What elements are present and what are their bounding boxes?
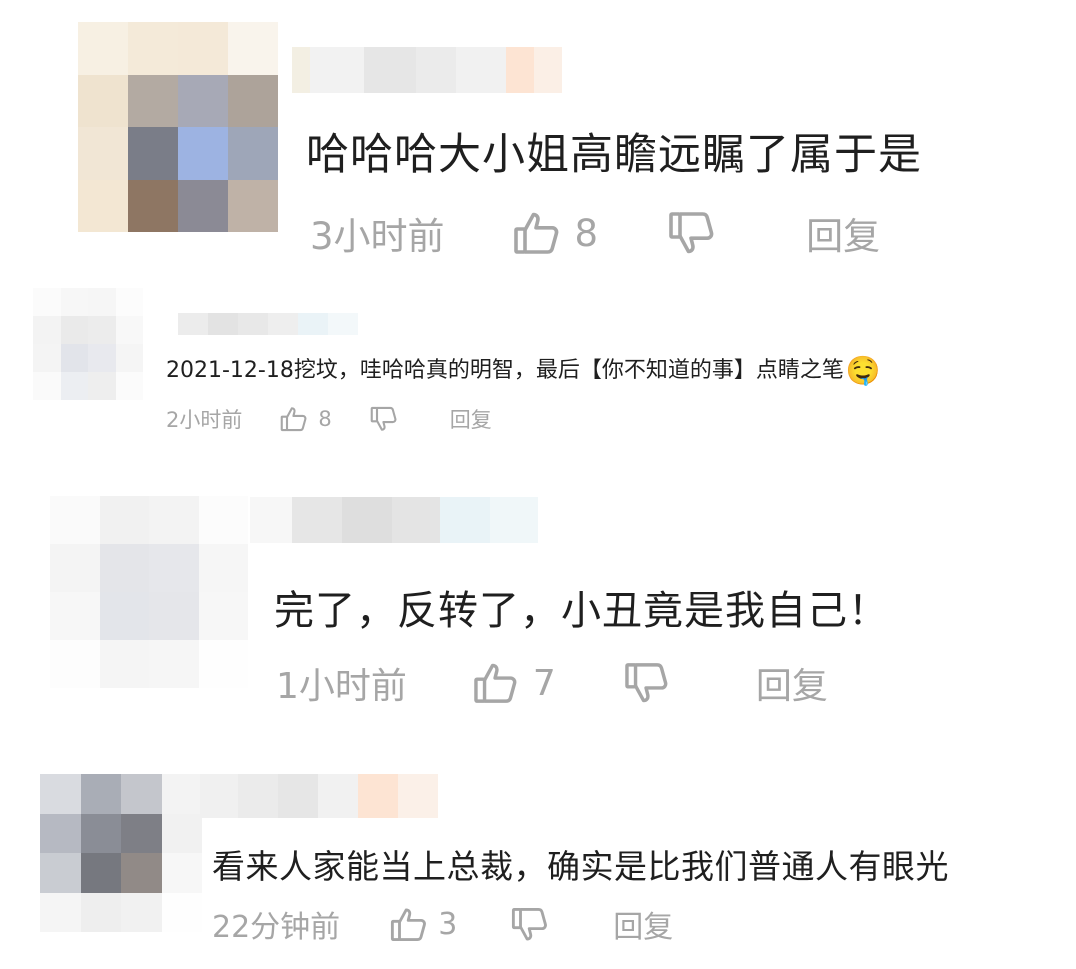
comment-time: 22分钟前 (212, 910, 341, 945)
thumbs-up-icon[interactable] (473, 662, 519, 704)
thumbs-down-icon[interactable] (624, 662, 670, 704)
like-count: 8 (574, 211, 599, 255)
comment-time: 3小时前 (310, 215, 445, 258)
thumbs-down-icon[interactable] (668, 211, 716, 255)
avatar[interactable] (78, 22, 278, 232)
username-blurred[interactable] (178, 313, 358, 335)
avatar[interactable] (33, 288, 143, 400)
username-blurred[interactable] (200, 774, 438, 818)
thumbs-down-icon[interactable] (370, 406, 398, 432)
reply-button[interactable]: 回复 (613, 902, 673, 946)
drooling-face-emoji: 🤤 (845, 354, 881, 387)
comment-text: 看来人家能当上总裁，确实是比我们普通人有眼光 (212, 847, 949, 886)
username-blurred[interactable] (250, 497, 538, 543)
thumbs-down-icon[interactable] (511, 907, 549, 942)
comment-time: 2小时前 (166, 408, 243, 432)
reply-button[interactable]: 回复 (450, 404, 492, 434)
comment-time: 1小时前 (276, 666, 407, 707)
comment-meta: 22分钟前 3 回复 (212, 902, 673, 946)
avatar[interactable] (50, 496, 248, 688)
thumbs-up-icon[interactable] (390, 907, 428, 942)
comment-text: 完了，反转了，小丑竟是我自己！ (274, 588, 889, 634)
reply-button[interactable]: 回复 (806, 206, 880, 260)
thumbs-up-icon[interactable] (513, 211, 561, 255)
avatar[interactable] (40, 774, 202, 932)
comment-text-content: 2021-12-18挖坟，哇哈哈真的明智，最后【你不知道的事】点睛之笔 (166, 358, 844, 383)
thumbs-up-icon[interactable] (280, 406, 308, 432)
comment-text: 哈哈哈大小姐高瞻远瞩了属于是 (306, 130, 922, 180)
like-count: 8 (318, 407, 332, 431)
reply-button[interactable]: 回复 (756, 657, 828, 709)
comment-text: 2021-12-18挖坟，哇哈哈真的明智，最后【你不知道的事】点睛之笔🤤 (166, 352, 881, 387)
like-count: 7 (532, 662, 556, 704)
comment-meta: 3小时前 8 回复 (310, 206, 880, 260)
comment-meta: 1小时前 7 回复 (276, 658, 828, 708)
like-count: 3 (438, 906, 458, 942)
comment-meta: 2小时前 8 回复 (166, 405, 492, 433)
username-blurred[interactable] (292, 47, 562, 93)
